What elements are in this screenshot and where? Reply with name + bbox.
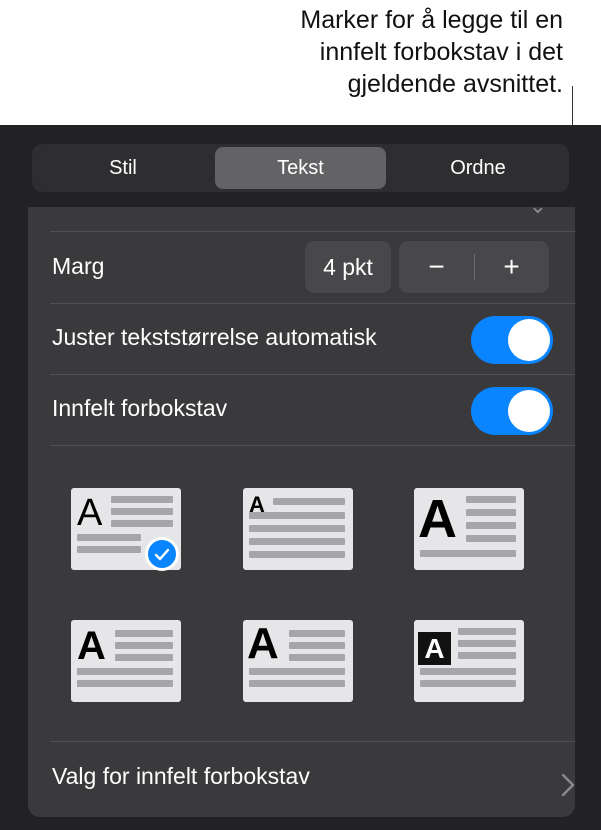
text-settings-panel: ⌄ Marg 4 pkt − + Juster tekststørrelse a… xyxy=(28,207,575,817)
toggle-knob xyxy=(508,390,550,432)
chevron-down-icon: ⌄ xyxy=(529,207,547,219)
drop-cap-style-3[interactable]: A xyxy=(414,488,524,570)
drop-cap-style-6[interactable]: A xyxy=(414,620,524,702)
format-tabs: Stil Tekst Ordne xyxy=(32,144,569,192)
toggle-knob xyxy=(508,319,550,361)
drop-cap-style-4[interactable]: A xyxy=(71,620,181,702)
margin-value[interactable]: 4 pkt xyxy=(305,241,391,293)
divider xyxy=(50,374,575,375)
drop-cap-letter: A xyxy=(77,492,103,534)
drop-cap-letter: A xyxy=(247,619,279,668)
chevron-right-icon[interactable] xyxy=(561,773,575,802)
drop-cap-letter: A xyxy=(418,489,457,549)
callout-line-1: Marker for å legge til en xyxy=(300,6,563,34)
callout-line-2: innfelt forbokstav i det xyxy=(319,38,563,66)
auto-size-label: Juster tekststørrelse automatisk xyxy=(52,324,377,350)
divider xyxy=(50,231,575,232)
drop-cap-letter-boxed: A xyxy=(418,632,451,665)
divider xyxy=(50,303,575,304)
auto-size-toggle[interactable] xyxy=(471,316,553,364)
drop-cap-style-1[interactable]: A xyxy=(71,488,181,571)
format-popover: Stil Tekst Ordne ⌄ Marg 4 pkt − + Juster… xyxy=(0,125,601,830)
tab-tekst[interactable]: Tekst xyxy=(215,147,386,189)
margin-increase-button[interactable]: + xyxy=(474,241,549,293)
tab-stil[interactable]: Stil xyxy=(35,147,211,189)
tab-ordne[interactable]: Ordne xyxy=(390,147,566,189)
callout-line-3: gjeldende avsnittet. xyxy=(347,70,563,98)
checkmark-icon xyxy=(145,537,179,571)
margin-stepper: − + xyxy=(399,241,549,293)
drop-cap-style-5[interactable]: A xyxy=(243,620,353,702)
callout-annotation: Marker for å legge til en innfelt forbok… xyxy=(203,4,563,100)
drop-cap-letter: A xyxy=(77,624,106,668)
drop-cap-label: Innfelt forbokstav xyxy=(52,395,228,421)
drop-cap-style-2[interactable]: A xyxy=(243,488,353,570)
drop-cap-toggle[interactable] xyxy=(471,387,553,435)
margin-decrease-button[interactable]: − xyxy=(399,241,474,293)
margin-label: Marg xyxy=(52,253,105,279)
drop-cap-options-label[interactable]: Valg for innfelt forbokstav xyxy=(52,763,310,790)
divider xyxy=(50,445,575,446)
divider xyxy=(50,741,575,742)
